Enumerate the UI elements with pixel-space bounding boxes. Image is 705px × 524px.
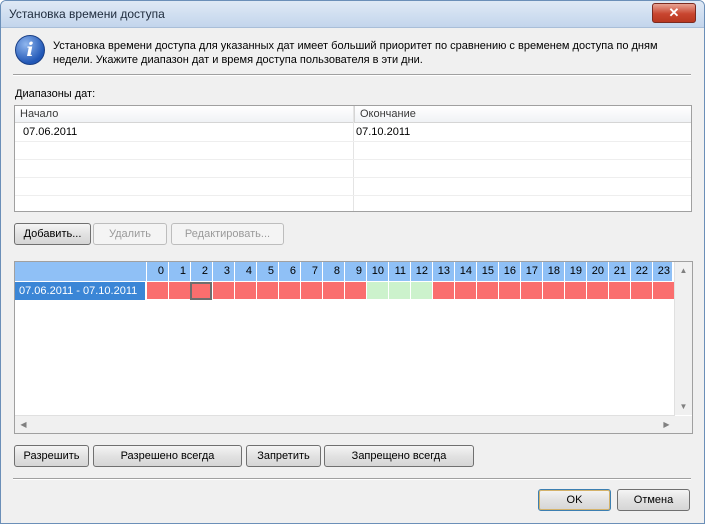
hour-slot-deny[interactable] (344, 282, 366, 300)
deny-always-button[interactable]: Запрещено всегда (324, 445, 474, 467)
empty-row (15, 160, 691, 178)
edit-range-button[interactable]: Редактировать... (171, 223, 284, 245)
title-bar[interactable]: Установка времени доступа ✕ (1, 1, 704, 28)
info-icon: i (15, 35, 45, 65)
column-header-end[interactable]: Окончание (354, 106, 691, 123)
allow-button[interactable]: Разрешить (14, 445, 89, 467)
hour-header[interactable]: 22 (630, 262, 652, 281)
empty-row (15, 142, 691, 160)
hour-header[interactable]: 4 (234, 262, 256, 281)
hour-slot-deny[interactable] (300, 282, 322, 300)
hour-slot-deny[interactable] (278, 282, 300, 300)
info-message: Установка времени доступа для указанных … (53, 39, 693, 67)
ok-button[interactable]: OK (538, 489, 611, 511)
scroll-up-icon[interactable]: ▲ (675, 262, 692, 279)
hour-header[interactable]: 8 (322, 262, 344, 281)
hour-slot-deny[interactable] (432, 282, 454, 300)
hour-header[interactable]: 23 (652, 262, 674, 281)
hour-header[interactable]: 6 (278, 262, 300, 281)
divider (13, 478, 691, 480)
hour-header[interactable]: 16 (498, 262, 520, 281)
hour-slot-deny[interactable] (564, 282, 586, 300)
hour-header[interactable]: 11 (388, 262, 410, 281)
vertical-scrollbar[interactable]: ▲ ▼ (674, 262, 692, 415)
hour-slot-allow[interactable] (388, 282, 410, 300)
hour-slot-deny[interactable] (520, 282, 542, 300)
header-corner (15, 262, 145, 281)
access-schedule-grid[interactable]: 0 1 2 3 4 5 6 7 8 9 10 11 12 13 14 15 16 17 18 19 20 21 22 23 0… (14, 261, 693, 434)
range-start-cell: 07.06.2011 (23, 126, 78, 138)
window-title: Установка времени доступа (9, 7, 165, 21)
hour-header[interactable]: 15 (476, 262, 498, 281)
scroll-down-icon[interactable]: ▼ (675, 398, 692, 415)
scroll-right-icon[interactable]: ▶ (658, 416, 675, 433)
info-message-line-2: недели. Укажите диапазон дат и время дос… (53, 54, 423, 66)
hour-slot-allow[interactable] (366, 282, 388, 300)
column-header-start[interactable]: Начало (15, 106, 353, 123)
empty-row (15, 178, 691, 196)
divider (13, 74, 691, 76)
hour-slot-deny[interactable] (168, 282, 190, 300)
hour-header[interactable]: 12 (410, 262, 432, 281)
hour-slot-deny[interactable] (212, 282, 234, 300)
hour-slot-deny[interactable] (146, 282, 168, 300)
hour-header[interactable]: 17 (520, 262, 542, 281)
add-range-button[interactable]: Добавить... (14, 223, 91, 245)
hour-header[interactable]: 1 (168, 262, 190, 281)
hour-slot-deny[interactable] (476, 282, 498, 300)
hour-slot-deny[interactable] (542, 282, 564, 300)
close-icon: ✕ (668, 5, 680, 20)
horizontal-scrollbar[interactable]: ◀ ▶ (15, 415, 675, 433)
schedule-row-label[interactable]: 07.06.2011 - 07.10.2011 (15, 282, 145, 300)
cancel-button[interactable]: Отмена (617, 489, 690, 511)
table-row[interactable]: 07.06.2011 07.10.2011 (15, 124, 691, 142)
hour-slot-deny[interactable] (586, 282, 608, 300)
hour-header[interactable]: 10 (366, 262, 388, 281)
deny-button[interactable]: Запретить (246, 445, 321, 467)
range-end-cell: 07.10.2011 (356, 126, 411, 138)
date-ranges-table[interactable]: Начало Окончание 07.06.2011 07.10.2011 (14, 105, 692, 212)
allow-always-button[interactable]: Разрешено всегда (93, 445, 242, 467)
hour-slot-deny[interactable] (234, 282, 256, 300)
hour-slot-deny[interactable] (652, 282, 674, 300)
hour-header[interactable]: 2 (190, 262, 212, 281)
scroll-left-icon[interactable]: ◀ (15, 416, 32, 433)
hour-header[interactable]: 20 (586, 262, 608, 281)
hour-header[interactable]: 7 (300, 262, 322, 281)
hour-header[interactable]: 13 (432, 262, 454, 281)
hour-header[interactable]: 3 (212, 262, 234, 281)
info-icon-glyph: i (26, 39, 34, 61)
hour-header[interactable]: 14 (454, 262, 476, 281)
close-button[interactable]: ✕ (652, 3, 696, 23)
hour-slot-deny[interactable] (608, 282, 630, 300)
hour-slot-deny[interactable] (630, 282, 652, 300)
hour-header[interactable]: 5 (256, 262, 278, 281)
hour-header[interactable]: 9 (344, 262, 366, 281)
hour-slot-deny[interactable] (322, 282, 344, 300)
date-ranges-label: Диапазоны дат: (15, 88, 96, 100)
hour-header[interactable]: 0 (146, 262, 168, 281)
hour-header[interactable]: 21 (608, 262, 630, 281)
hour-header[interactable]: 18 (542, 262, 564, 281)
hour-slot-deny[interactable] (498, 282, 520, 300)
scroll-corner (675, 416, 692, 433)
hour-slot-deny[interactable] (454, 282, 476, 300)
hour-slot-allow[interactable] (410, 282, 432, 300)
remove-range-button[interactable]: Удалить (93, 223, 167, 245)
info-message-line-1: Установка времени доступа для указанных … (53, 40, 658, 52)
access-time-dialog: Установка времени доступа ✕ i Установка … (0, 0, 705, 524)
hour-slot-deny[interactable] (256, 282, 278, 300)
hour-header[interactable]: 19 (564, 262, 586, 281)
hour-slot-deny[interactable] (190, 282, 212, 300)
